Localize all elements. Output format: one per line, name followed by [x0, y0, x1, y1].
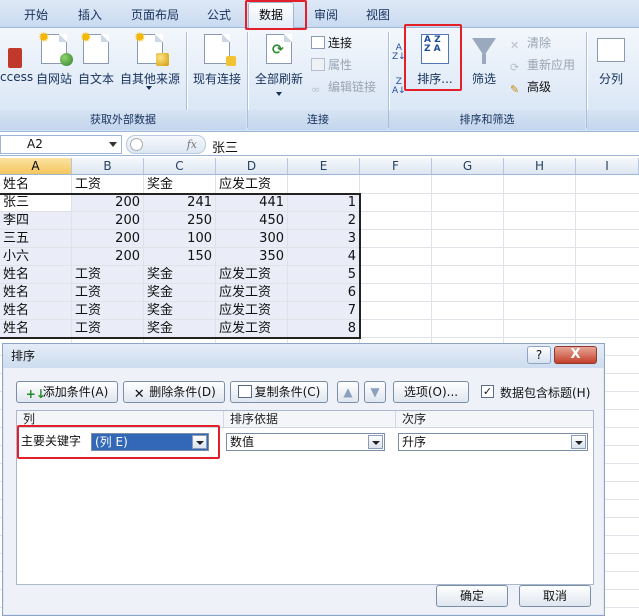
dialog-title: 排序 — [3, 344, 604, 368]
function-area: fx — [126, 135, 206, 154]
sort-on-header: 排序依据 — [224, 411, 396, 428]
advanced-filter-icon: ✎ — [510, 83, 520, 96]
formula-bar: A2 fx 张三 — [0, 134, 639, 156]
column-header-i[interactable]: I — [576, 158, 639, 175]
web-icon: ✹ — [38, 30, 73, 66]
connections-button[interactable]: 连接 — [311, 34, 352, 51]
highlight-sort-button — [404, 24, 462, 91]
insert-function-icon[interactable]: fx — [187, 138, 197, 151]
sort-dialog: 排序 ? X +↓添加条件(A) ✕ 删除条件(D) 复制条件(C) ▲ ▼ 选项… — [2, 343, 605, 616]
copy-level-button[interactable]: 复制条件(C) — [230, 381, 328, 403]
has-headers-label: 数据包含标题(H) — [500, 386, 591, 400]
cell[interactable]: 工资 — [72, 176, 144, 194]
options-button[interactable]: 选项(O)... — [393, 381, 469, 403]
edit-links-button[interactable]: ∞ 编辑链接 — [311, 78, 376, 96]
move-down-button[interactable]: ▼ — [364, 381, 386, 403]
group-label-get-external: 获取外部数据 — [0, 110, 246, 130]
chevron-down-icon[interactable] — [368, 435, 383, 449]
access-icon — [8, 48, 22, 68]
cell[interactable]: 姓名 — [0, 176, 72, 194]
move-up-button[interactable]: ▲ — [337, 381, 359, 403]
existing-connections-icon — [204, 34, 236, 66]
link-icon: ∞ — [311, 83, 321, 96]
chevron-down-icon — [146, 86, 152, 90]
delete-icon: ✕ — [133, 387, 145, 402]
reapply-button[interactable]: ⟳ 重新应用 — [510, 56, 575, 74]
clear-filter-icon: ✕ — [510, 39, 520, 52]
formula-input[interactable]: 张三 — [212, 137, 238, 156]
from-text-button[interactable]: ✹ 自文本 — [76, 30, 116, 108]
connections-icon — [311, 36, 325, 49]
tab-home[interactable]: 开始 — [24, 6, 48, 23]
filter-stem — [482, 54, 486, 64]
ok-button[interactable]: 确定 — [436, 585, 508, 607]
order-header: 次序 — [396, 411, 593, 428]
refresh-all-button[interactable]: ⟳ 全部刷新 — [252, 30, 306, 108]
text-to-columns-button[interactable]: 分列 — [590, 30, 632, 108]
column-header-f[interactable]: F — [360, 158, 432, 175]
group-label-connections: 连接 — [248, 110, 388, 130]
close-button[interactable]: X — [554, 346, 597, 364]
column-header-d[interactable]: D — [216, 158, 288, 175]
column-header-h[interactable]: H — [504, 158, 576, 175]
column-header-a[interactable]: A — [0, 158, 72, 175]
copy-icon — [237, 385, 252, 398]
chevron-down-icon[interactable] — [109, 142, 117, 147]
chevron-down-icon[interactable] — [571, 435, 586, 449]
cancel-button[interactable]: 取消 — [519, 585, 591, 607]
delete-level-button[interactable]: ✕ 删除条件(D) — [123, 381, 225, 403]
filter-button[interactable]: 筛选 — [466, 30, 502, 108]
arrow-down-icon: ▼ — [370, 385, 380, 399]
name-box[interactable]: A2 — [0, 135, 122, 154]
add-level-button[interactable]: +↓添加条件(A) — [16, 381, 118, 403]
tab-view[interactable]: 视图 — [366, 6, 390, 23]
advanced-button[interactable]: ✎ 高级 — [510, 78, 551, 96]
tab-insert[interactable]: 插入 — [78, 6, 102, 23]
group-label-data-tools — [587, 110, 639, 130]
group-label-sort-filter: 排序和筛选 — [389, 110, 585, 130]
highlight-primary-key — [17, 425, 220, 459]
sort-on-select[interactable]: 数值 — [226, 433, 385, 451]
cell[interactable] — [288, 176, 360, 194]
ribbon-tabbar: 开始 插入 页面布局 公式 数据 审阅 视图 — [0, 0, 639, 29]
selection-border — [0, 193, 361, 339]
add-level-icon: +↓ — [25, 387, 46, 401]
has-headers-checkbox[interactable]: ✓ — [481, 385, 494, 398]
from-other-sources-button[interactable]: ✹ 自其他来源 — [118, 30, 182, 108]
existing-connections-button[interactable]: 现有连接 — [190, 30, 244, 108]
column-header-c[interactable]: C — [144, 158, 216, 175]
tab-page-layout[interactable]: 页面布局 — [131, 6, 179, 23]
chevron-down-icon — [276, 92, 282, 96]
ribbon: ccess ✹ 自网站 ✹ 自文本 ✹ 自其他来源 现有连接 获取外部数据 ⟳ … — [0, 28, 639, 132]
help-button[interactable]: ? — [527, 346, 551, 364]
highlight-data-tab — [245, 0, 307, 30]
properties-icon — [311, 58, 325, 71]
cell[interactable]: 奖金 — [144, 176, 216, 194]
column-header-e[interactable]: E — [288, 158, 360, 175]
properties-button[interactable]: 属性 — [311, 56, 352, 73]
clear-button[interactable]: ✕ 清除 — [510, 34, 551, 52]
text-file-icon: ✹ — [80, 30, 109, 64]
arrow-up-icon: ▲ — [343, 385, 353, 399]
other-sources-icon: ✹ — [134, 30, 169, 66]
tab-formulas[interactable]: 公式 — [207, 6, 231, 23]
refresh-icon: ⟳ — [266, 34, 292, 64]
from-web-button[interactable]: ✹ 自网站 — [34, 30, 74, 108]
tab-review[interactable]: 审阅 — [314, 6, 338, 23]
reapply-icon: ⟳ — [510, 61, 520, 74]
circle-icon — [130, 138, 143, 151]
order-select[interactable]: 升序 — [398, 433, 588, 451]
column-header-g[interactable]: G — [432, 158, 504, 175]
cell[interactable]: 应发工资 — [216, 176, 288, 194]
from-access-button[interactable]: ccess — [0, 30, 33, 108]
text-to-columns-icon — [597, 38, 625, 62]
column-header-b[interactable]: B — [72, 158, 144, 175]
checkmark-icon: ✓ — [482, 385, 493, 398]
